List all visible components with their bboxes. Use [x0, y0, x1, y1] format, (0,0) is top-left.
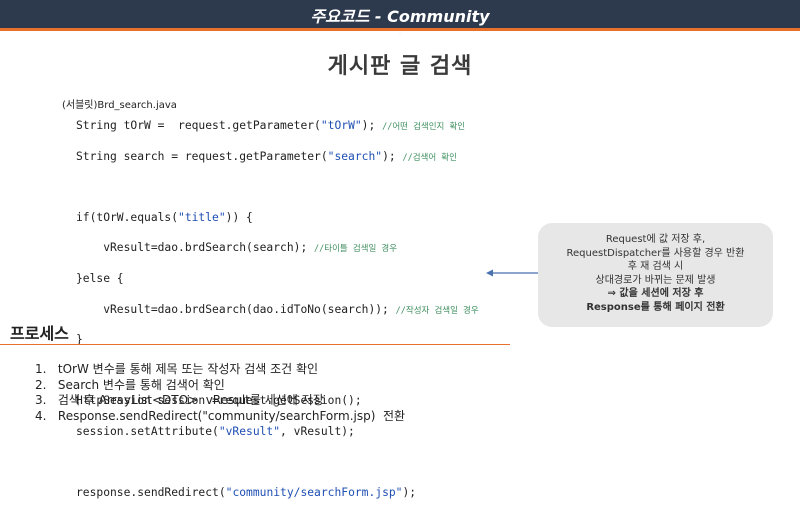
header-title: 주요코드 - Community	[310, 7, 490, 26]
callout-line: 후 재 검색 시	[627, 261, 684, 272]
process-step: 4. Response.sendRedirect("community/sear…	[35, 408, 406, 423]
callout-line: Response를 통해 페이지 전환	[586, 301, 725, 313]
code-block: String tOrW = request.getParameter("tOrW…	[76, 118, 479, 516]
callout-line: ⇒ 값을 세션에 저장 후	[607, 288, 704, 299]
code-line: if(tOrW.equals("title")) {	[76, 210, 253, 224]
header-subtitle: ·	[399, 31, 401, 36]
section-divider	[0, 344, 510, 345]
code-line: String search = request.getParameter("se…	[76, 149, 457, 163]
callout-arrow-icon	[486, 269, 540, 277]
header-bar: 주요코드 - Community	[0, 0, 800, 28]
code-file-label: (서블릿)Brd_search.java	[62, 100, 177, 111]
process-title: 프로세스	[10, 324, 69, 343]
callout-line: Request에 값 저장 후,	[605, 234, 706, 245]
page-title: 게시판 글 검색	[327, 54, 473, 79]
process-step: 1. tOrW 변수를 통해 제목 또는 작성자 검색 조건 확인	[35, 362, 319, 376]
code-line: vResult=dao.brdSearch(dao.idToNo(search)…	[76, 302, 479, 316]
callout-box: Request에 값 저장 후, RequestDispatcher를 사용할 …	[538, 223, 773, 327]
process-step: 2. Search 변수를 통해 검색어 확인	[35, 377, 225, 392]
callout-line: RequestDispatcher를 사용할 경우 반환	[566, 247, 745, 259]
code-line: response.sendRedirect("community/searchF…	[76, 486, 417, 500]
callout-line: 상대경로가 바뀌는 문제 발생	[595, 274, 716, 286]
code-line: String tOrW = request.getParameter("tOrW…	[76, 119, 466, 132]
code-line: }	[76, 333, 83, 347]
code-line: session.setAttribute("vResult", vResult)…	[76, 424, 355, 438]
process-steps: 1. tOrW 변수를 통해 제목 또는 작성자 검색 조건 확인 2. Sea…	[35, 362, 405, 424]
code-line: vResult=dao.brdSearch(search); //타이틀 검색일…	[76, 241, 398, 255]
process-step: 3. 검색 후 ArrayList<DTO> vResult를 세션에 저장	[35, 393, 324, 408]
code-line: }else {	[76, 271, 124, 285]
